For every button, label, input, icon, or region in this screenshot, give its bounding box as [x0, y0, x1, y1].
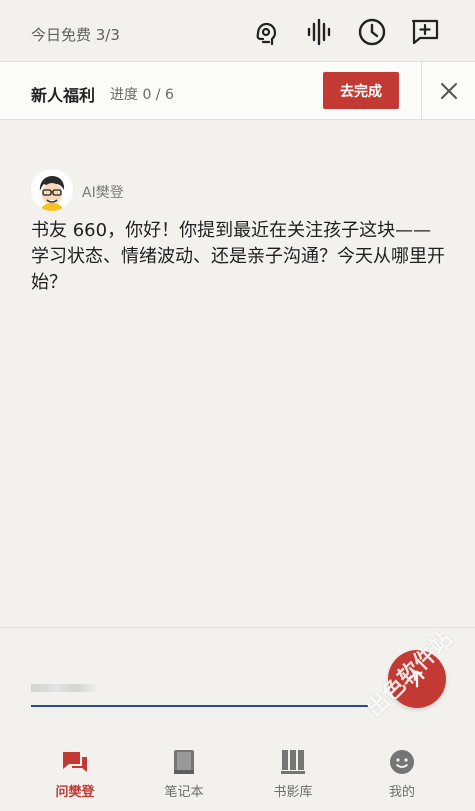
newcomer-welfare-banner: 新人福利 进度 0 / 6 去完成: [0, 62, 475, 120]
top-bar: 今日免费 3/3: [0, 0, 475, 62]
go-complete-button[interactable]: 去完成: [323, 72, 399, 109]
chat-input-field[interactable]: [31, 684, 95, 692]
tab-ask-fandeng[interactable]: 问樊登: [20, 735, 130, 811]
chat-bubbles-icon: [63, 752, 87, 772]
headset-icon[interactable]: [250, 16, 282, 48]
library-icon: [281, 750, 305, 774]
send-button[interactable]: [388, 650, 446, 708]
input-underline: [31, 705, 368, 707]
tab-label: 我的: [388, 785, 415, 800]
tab-label: 笔记本: [164, 785, 204, 800]
bot-message: 书友 660，你好！你提到最近在关注孩子这块——学习状态、情绪波动、还是亲子沟通…: [31, 220, 445, 293]
bot-name: AI樊登: [82, 185, 124, 201]
bottom-tab-bar: 问樊登 笔记本 书影库 我的: [0, 735, 475, 811]
close-icon[interactable]: [438, 80, 460, 102]
profile-icon: [390, 750, 414, 774]
tab-label: 书影库: [273, 785, 313, 800]
tab-profile[interactable]: 我的: [347, 735, 457, 811]
tab-label: 问樊登: [55, 785, 95, 800]
tab-notebook[interactable]: 笔记本: [129, 735, 239, 811]
tab-library[interactable]: 书影库: [238, 735, 348, 811]
arrow-up-icon: [409, 670, 425, 688]
notebook-icon: [174, 750, 194, 774]
welfare-title: 新人福利: [31, 86, 96, 105]
welfare-progress: 进度 0 / 6: [110, 87, 174, 103]
free-quota-label: 今日免费 3/3: [31, 26, 120, 44]
bot-avatar: [31, 169, 73, 211]
divider: [421, 62, 422, 119]
new-chat-icon[interactable]: [409, 16, 441, 48]
voice-wave-icon[interactable]: [303, 16, 335, 48]
history-clock-icon[interactable]: [356, 16, 388, 48]
